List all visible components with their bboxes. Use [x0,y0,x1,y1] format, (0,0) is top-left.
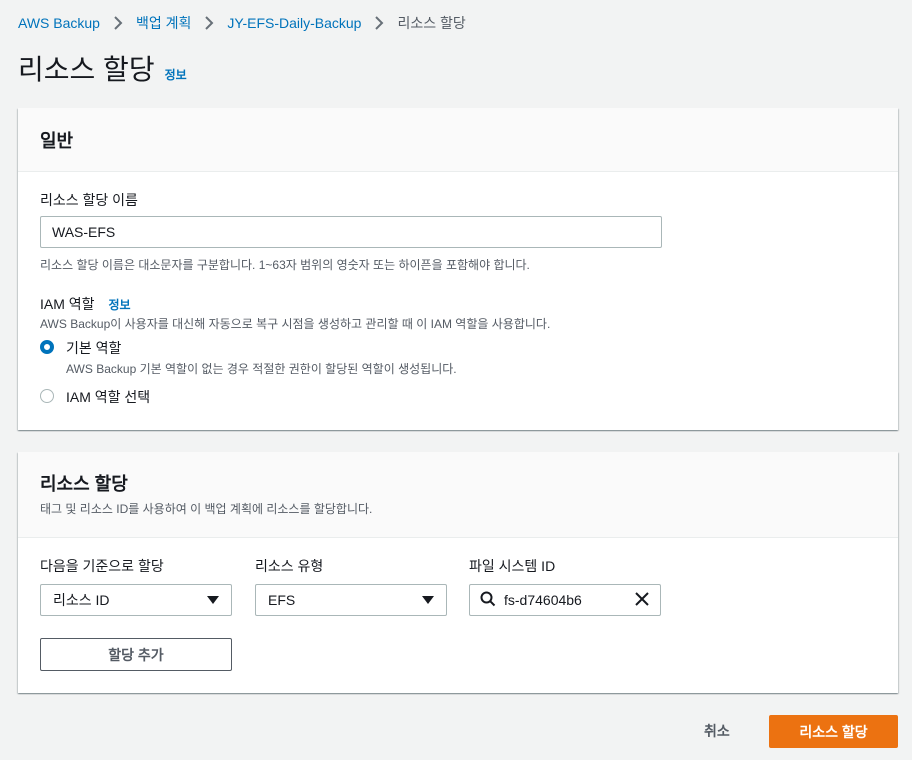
resource-type-select[interactable]: EFS [255,584,447,616]
default-role-label: 기본 역할 [66,340,122,356]
assignment-name-hint: 리소스 할당 이름은 대소문자를 구분합니다. 1~63자 범위의 영숫자 또는… [40,258,530,272]
assignment-name-input[interactable]: WAS-EFS [40,216,662,248]
chevron-right-icon [199,13,219,33]
iam-role-label: IAM 역할 [40,296,95,312]
chevron-right-icon [108,13,128,33]
radio-choose-role[interactable]: IAM 역할 선택 [40,387,150,407]
iam-role-desc: AWS Backup이 사용자를 대신해 자동으로 복구 시점을 생성하고 관리… [40,317,551,331]
search-icon [480,591,496,610]
filesystem-id-label: 파일 시스템 ID [469,558,556,574]
close-icon[interactable] [634,591,650,610]
assignment-name-label: 리소스 할당 이름 [40,192,138,208]
chevron-right-icon [369,13,389,33]
default-role-desc: AWS Backup 기본 역할이 없는 경우 적절한 권한이 할당된 역할이 … [66,362,457,376]
breadcrumb-current: 리소스 할당 [397,15,466,31]
page-title-text: 리소스 할당 [18,54,155,85]
general-panel: 일반 리소스 할당 이름 WAS-EFS 리소스 할당 이름은 대소문자를 구분… [18,108,898,430]
iam-info-link[interactable]: 정보 [108,298,130,312]
breadcrumb-backup-plans[interactable]: 백업 계획 [136,13,191,33]
cancel-button[interactable]: 취소 [704,721,730,741]
radio-checked-icon[interactable] [40,340,54,354]
caret-down-icon [207,596,219,604]
breadcrumb-plan-name[interactable]: JY-EFS-Daily-Backup [227,15,361,31]
breadcrumb-aws-backup[interactable]: AWS Backup [18,15,100,31]
choose-role-label: IAM 역할 선택 [66,389,151,405]
assign-by-value: 리소스 ID [53,592,110,608]
radio-unchecked-icon[interactable] [40,389,54,403]
general-panel-header: 일반 [18,108,898,172]
assign-panel-title: 리소스 할당 [40,474,128,494]
info-link[interactable]: 정보 [165,66,187,83]
assign-panel-desc: 태그 및 리소스 ID를 사용하여 이 백업 계획에 리소스를 할당합니다. [40,502,373,516]
page-title: 리소스 할당 정보 [18,48,187,88]
assign-by-label: 다음을 기준으로 할당 [40,558,164,574]
breadcrumb: AWS Backup 백업 계획 JY-EFS-Daily-Backup 리소스… [18,13,466,33]
assign-resources-panel: 리소스 할당 태그 및 리소스 ID를 사용하여 이 백업 계획에 리소스를 할… [18,452,898,693]
caret-down-icon [422,596,434,604]
assign-resources-button[interactable]: 리소스 할당 [769,715,898,748]
filesystem-id-value: fs-d74604b6 [504,592,582,608]
assign-by-select[interactable]: 리소스 ID [40,584,232,616]
resource-type-value: EFS [268,592,296,608]
general-panel-title: 일반 [40,130,74,151]
iam-role-label-row: IAM 역할 정보 [40,294,131,314]
resource-type-label: 리소스 유형 [255,558,324,574]
filesystem-id-input[interactable]: fs-d74604b6 [469,584,661,616]
add-assignment-button[interactable]: 할당 추가 [40,638,232,671]
assign-panel-header: 리소스 할당 태그 및 리소스 ID를 사용하여 이 백업 계획에 리소스를 할… [18,452,898,538]
radio-default-role[interactable]: 기본 역할 AWS Backup 기본 역할이 없는 경우 적절한 권한이 할당… [40,338,457,377]
